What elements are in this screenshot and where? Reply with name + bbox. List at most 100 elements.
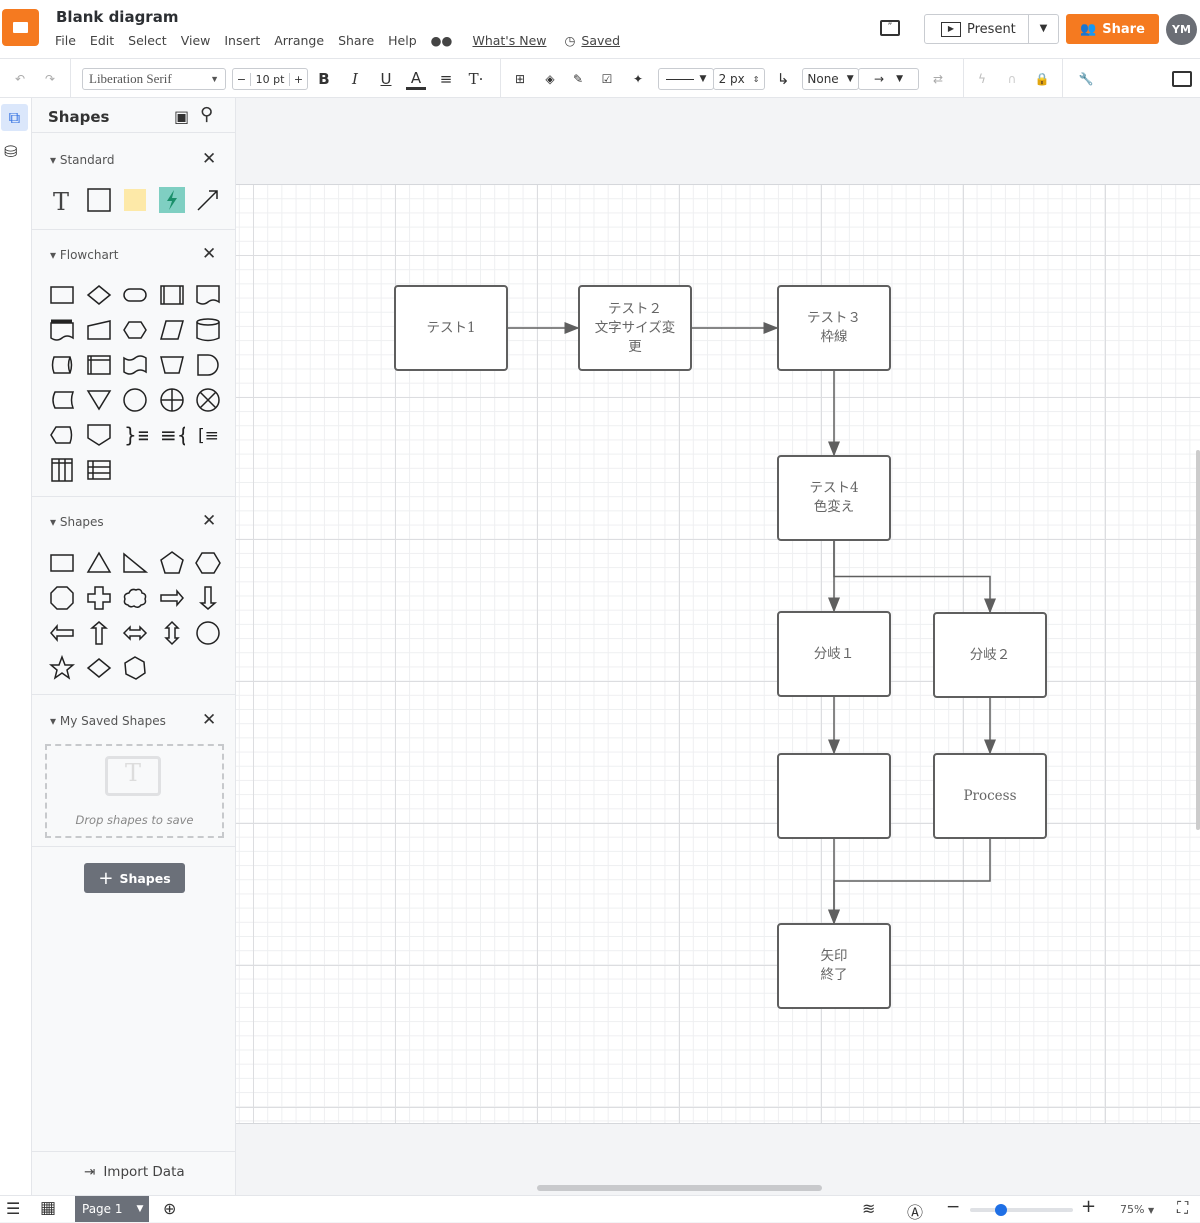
wrench-icon[interactable]: 🔧 xyxy=(1076,68,1096,90)
diagram-page[interactable]: テスト1 テスト２ 文字サイズ変 更テスト３ 枠線 テスト4 色変え 分岐１ 分岐２ Pr… xyxy=(236,184,1200,1124)
document-folder-icon[interactable] xyxy=(2,9,39,46)
undo-icon[interactable]: ↶ xyxy=(10,68,30,90)
merge-shape-icon[interactable] xyxy=(81,382,118,417)
preparation-shape-icon[interactable] xyxy=(117,312,154,347)
arrow-lr-shape-icon[interactable] xyxy=(117,615,154,650)
terminator-shape-icon[interactable] xyxy=(117,277,154,312)
image-icon[interactable]: ▣ xyxy=(174,107,189,126)
connector-type-icon[interactable]: ↳ xyxy=(772,68,794,90)
predefined-shape-icon[interactable] xyxy=(154,277,191,312)
swap-arrows-icon[interactable]: ⇄ xyxy=(928,68,948,90)
or-shape-icon[interactable] xyxy=(154,382,191,417)
zoom-level-select[interactable]: 75% ▼ xyxy=(1120,1203,1154,1216)
star-shape-icon[interactable] xyxy=(44,650,81,685)
off-page-shape-icon[interactable] xyxy=(81,417,118,452)
brace-left-shape-icon[interactable]: ≡{ xyxy=(154,417,191,452)
arrow-left-shape-icon[interactable] xyxy=(44,615,81,650)
arrow-ud-shape-icon[interactable] xyxy=(154,615,191,650)
close-section-icon[interactable]: ✕ xyxy=(202,511,216,531)
diamond-shape-icon[interactable] xyxy=(81,650,118,685)
close-section-icon[interactable]: ✕ xyxy=(202,244,216,264)
delay-shape-icon[interactable] xyxy=(190,347,227,382)
italic-button[interactable]: I xyxy=(345,68,365,90)
horizontal-scrollbar[interactable] xyxy=(537,1185,822,1191)
layers-icon[interactable]: ≋ xyxy=(862,1199,875,1218)
diagram-node-b2[interactable]: 分岐２ xyxy=(933,612,1047,698)
menu-file[interactable]: File xyxy=(55,33,76,48)
section-standard[interactable]: ▾ Standard xyxy=(50,153,114,167)
manual-input-shape-icon[interactable] xyxy=(81,312,118,347)
whats-new-link[interactable]: What's New xyxy=(472,33,546,48)
menu-arrange[interactable]: Arrange xyxy=(274,33,324,48)
arrow-right-shape-icon[interactable] xyxy=(154,580,191,615)
zoom-in-icon[interactable]: + xyxy=(1081,1196,1096,1217)
connector-p-end[interactable] xyxy=(828,839,991,925)
arrow-down-shape-icon[interactable] xyxy=(190,580,227,615)
menu-share[interactable]: Share xyxy=(338,33,374,48)
block-shape-icon[interactable] xyxy=(81,182,118,217)
line-start-select[interactable]: None ▼ xyxy=(802,68,859,90)
data-linking-icon[interactable]: ⛁ xyxy=(4,142,17,161)
menu-view[interactable]: View xyxy=(181,33,211,48)
fill-color-icon[interactable]: ◈ xyxy=(540,68,560,90)
diagram-node-n2[interactable]: テスト２ 文字サイズ変 更 xyxy=(578,285,692,371)
cloud-shape-icon[interactable] xyxy=(117,580,154,615)
import-data-button[interactable]: ⇥ Import Data xyxy=(84,1164,185,1180)
triangle-shape-icon[interactable] xyxy=(81,545,118,580)
magic-wand-icon[interactable]: ✦ xyxy=(628,68,648,90)
arrow-up-shape-icon[interactable] xyxy=(81,615,118,650)
menu-select[interactable]: Select xyxy=(128,33,167,48)
swimlane-v-shape-icon[interactable] xyxy=(44,452,81,487)
connector-n4-b2[interactable] xyxy=(833,541,996,614)
line-width-select[interactable]: 2 px ⇕ xyxy=(713,68,765,90)
avatar[interactable]: YM xyxy=(1166,14,1197,45)
diagram-node-p[interactable]: Process xyxy=(933,753,1047,839)
add-page-icon[interactable]: ⊕ xyxy=(163,1199,176,1218)
diagram-node-n3[interactable]: テスト３ 枠線 xyxy=(777,285,891,371)
cross-shape-icon[interactable] xyxy=(81,580,118,615)
rect-shape-icon[interactable] xyxy=(44,545,81,580)
close-section-icon[interactable]: ✕ xyxy=(202,710,216,730)
display-shape-icon[interactable] xyxy=(44,417,81,452)
polygon-shape-icon[interactable] xyxy=(117,650,154,685)
stored-data-shape-icon[interactable] xyxy=(44,382,81,417)
saved-status[interactable]: Saved xyxy=(581,33,620,48)
section-flowchart[interactable]: ▾ Flowchart xyxy=(50,248,118,262)
action-shape-icon[interactable] xyxy=(154,182,191,217)
zoom-slider-handle[interactable] xyxy=(994,1204,1007,1216)
lightning-icon[interactable]: ϟ xyxy=(972,68,992,90)
text-options-icon[interactable]: T· xyxy=(466,68,486,90)
connector-shape-icon[interactable] xyxy=(117,382,154,417)
underline-button[interactable]: U xyxy=(376,68,396,90)
summing-junction-shape-icon[interactable] xyxy=(190,382,227,417)
search-icon[interactable]: ⚲ xyxy=(200,104,213,125)
internal-storage-shape-icon[interactable] xyxy=(81,347,118,382)
hexagon-shape-icon[interactable] xyxy=(190,545,227,580)
line-style-select[interactable]: ▼ xyxy=(658,68,714,90)
section-my-saved-shapes[interactable]: ▾ My Saved Shapes xyxy=(50,714,166,728)
shape-border-icon[interactable]: ⊞ xyxy=(510,68,530,90)
zoom-out-icon[interactable]: − xyxy=(946,1197,960,1217)
data-shape-icon[interactable] xyxy=(154,312,191,347)
panel-toggle-icon[interactable] xyxy=(1172,71,1192,87)
manual-operation-shape-icon[interactable] xyxy=(154,347,191,382)
binoculars-icon[interactable]: ●● xyxy=(431,33,453,48)
vertical-scrollbar[interactable] xyxy=(1196,450,1200,830)
saved-shapes-dropzone[interactable]: T Drop shapes to save xyxy=(45,744,224,838)
font-size-increase[interactable]: + xyxy=(289,72,307,86)
add-shapes-button[interactable]: + Shapes xyxy=(84,863,185,893)
sticky-note-shape-icon[interactable] xyxy=(117,182,154,217)
diagram-node-b1[interactable]: 分岐１ xyxy=(777,611,891,697)
font-size-stepper[interactable]: − 10 pt + xyxy=(232,68,308,90)
shapes-panel-icon[interactable]: ⧉ xyxy=(1,104,28,131)
close-section-icon[interactable]: ✕ xyxy=(202,149,216,169)
grid-view-icon[interactable]: ▦ xyxy=(40,1198,56,1218)
font-size-value[interactable]: 10 pt xyxy=(251,73,289,86)
fullscreen-icon[interactable]: ⛶ xyxy=(1177,1198,1188,1218)
align-text-icon[interactable]: ≡ xyxy=(436,68,456,90)
swimlane-h-shape-icon[interactable] xyxy=(81,452,118,487)
line-color-icon[interactable]: ✎ xyxy=(568,68,588,90)
database-shape-icon[interactable] xyxy=(190,312,227,347)
share-button[interactable]: 👥 Share xyxy=(1066,14,1159,44)
bold-button[interactable]: B xyxy=(314,68,334,90)
